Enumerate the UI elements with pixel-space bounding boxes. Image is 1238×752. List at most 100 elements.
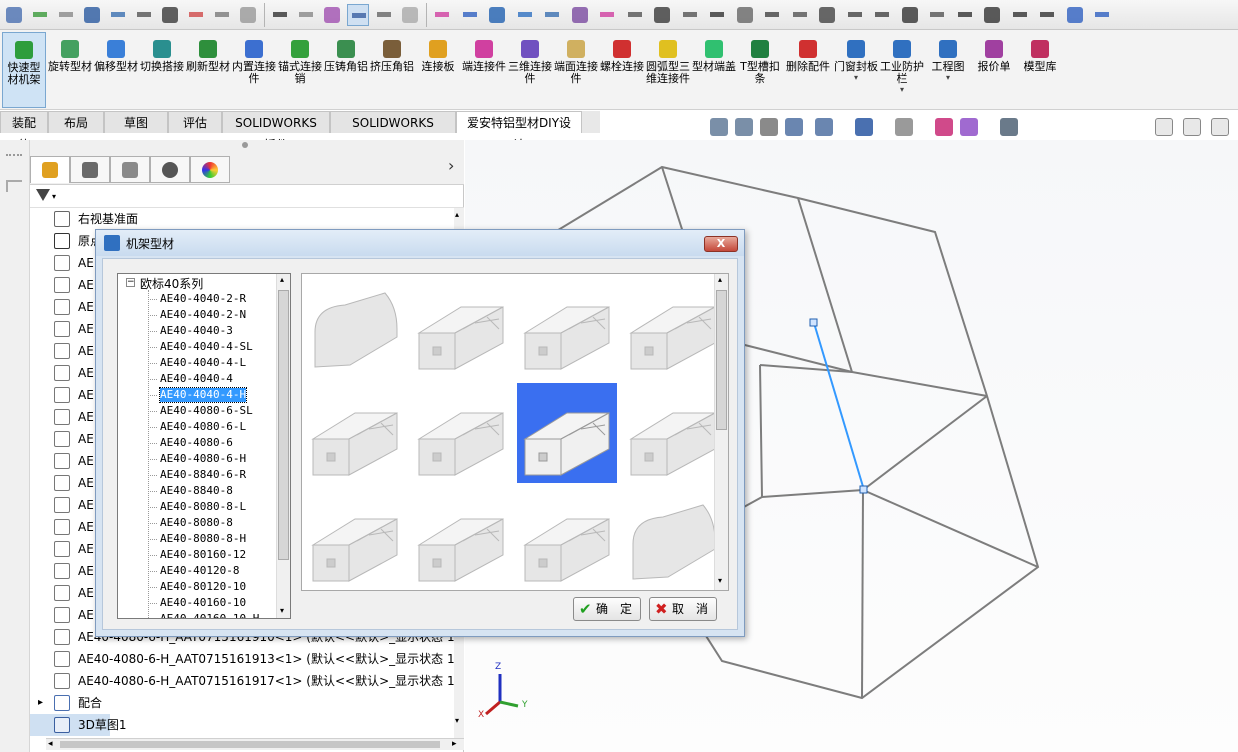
profile-thumbnail[interactable] (623, 277, 723, 377)
wireframe-icon[interactable] (3, 4, 25, 26)
ribbon-button-2[interactable]: 偏移型材 (94, 32, 138, 108)
scroll-thumb[interactable] (716, 290, 727, 430)
ribbon-button-0[interactable]: 快速型材机架 (2, 32, 46, 108)
scroll-thumb[interactable] (278, 290, 289, 560)
profile-tree-item[interactable]: AE40-4040-4-SL (148, 340, 253, 354)
scene-icon[interactable] (960, 118, 978, 136)
tab-feature-manager[interactable] (30, 156, 70, 183)
tab-dimxpert[interactable] (150, 156, 190, 183)
measure-icon[interactable] (237, 4, 259, 26)
dropdown-caret-icon[interactable]: ▾ (926, 73, 970, 82)
tab-2[interactable]: 草图 (104, 111, 168, 133)
filter-icon[interactable] (36, 189, 50, 201)
selected-sketch-line[interactable] (813, 322, 865, 491)
ribbon-button-22[interactable]: 模型库 (1018, 32, 1062, 108)
ribbon-button-4[interactable]: 刷新型材 (186, 32, 230, 108)
edit-appearance-icon[interactable] (935, 118, 953, 136)
view-orientation-icon[interactable] (815, 118, 833, 136)
scroll-thumb[interactable] (60, 741, 440, 748)
profile-thumbnail[interactable] (623, 489, 723, 589)
tab-4[interactable]: SOLIDWORKS 插件 (222, 111, 330, 152)
ribbon-button-20[interactable]: 工程图 ▾ (926, 32, 970, 108)
tab-5[interactable]: SOLIDWORKS MBD (330, 111, 456, 152)
profile-tree-item[interactable]: AE40-8080-8 (148, 516, 233, 530)
select-icon[interactable] (347, 4, 369, 26)
view2-icon[interactable] (761, 4, 783, 26)
evaluate-icon[interactable] (29, 4, 51, 26)
profile-tree-item[interactable]: AE40-40160-10-H (160, 612, 259, 618)
profile-tree-item[interactable]: AE40-80160-12 (148, 548, 246, 562)
profile-thumbnail[interactable] (411, 383, 511, 483)
profile-tree-item[interactable]: AE40-4040-4-L (148, 356, 246, 370)
tree-item[interactable]: 右视基准面 (30, 208, 464, 230)
filter-dropdown-icon[interactable]: ▾ (52, 192, 56, 201)
line2-icon[interactable] (1064, 4, 1086, 26)
view-icon[interactable] (734, 4, 756, 26)
sphere-icon[interactable] (81, 4, 103, 26)
zoom-icon[interactable] (981, 4, 1003, 26)
profile-tree-item[interactable]: AE40-4080-6-SL (148, 404, 253, 418)
paint-icon[interactable] (107, 4, 129, 26)
dim-icon[interactable] (596, 4, 618, 26)
tab-display-manager[interactable] (190, 156, 230, 183)
expand-icon[interactable]: ▸ (38, 692, 43, 714)
pattern-icon[interactable] (569, 4, 591, 26)
select-dropdown-icon[interactable] (373, 4, 395, 26)
ribbon-button-5[interactable]: 内置连接件 (232, 32, 276, 108)
profile-thumbnail[interactable] (517, 489, 617, 589)
ok-button[interactable]: ✔ 确 定 (573, 597, 641, 621)
tab-configuration-manager[interactable] (110, 156, 150, 183)
section-view-icon[interactable] (785, 118, 803, 136)
tree-item[interactable]: 3D草图1 (30, 714, 127, 736)
grid-icon[interactable] (55, 4, 77, 26)
ribbon-button-21[interactable]: 报价单 (972, 32, 1016, 108)
tab-3[interactable]: 评估 (168, 111, 222, 133)
ribbon-button-12[interactable]: 端面连接件 (554, 32, 598, 108)
profile-tree-item[interactable]: AE40-4040-2-N (148, 308, 246, 322)
gallery-scrollbar[interactable]: ▴ ▾ (714, 274, 728, 590)
ribbon-button-10[interactable]: 端连接件 (462, 32, 506, 108)
close-button[interactable]: X (704, 236, 738, 252)
ribbon-button-7[interactable]: 压铸角铝 (324, 32, 368, 108)
ribbon-button-13[interactable]: 螺栓连接 (600, 32, 644, 108)
filter-icon[interactable] (295, 4, 317, 26)
plane-icon[interactable] (486, 4, 508, 26)
profile-tree-item[interactable]: AE40-4080-6 (148, 436, 233, 450)
ribbon-button-9[interactable]: 连接板 (416, 32, 460, 108)
profile-tree-item[interactable]: AE40-4040-4-H (148, 387, 248, 403)
tab-1[interactable]: 布局 (48, 111, 104, 133)
ribbon-button-6[interactable]: 锚式连接销 (278, 32, 322, 108)
profile-thumbnail[interactable] (623, 383, 723, 483)
spline-icon[interactable] (624, 4, 646, 26)
scroll-down-icon[interactable]: ▾ (455, 716, 459, 725)
scroll-up-icon[interactable]: ▴ (455, 210, 459, 219)
profile-tree-item[interactable]: AE40-8080-8-L (148, 500, 246, 514)
dropdown-caret-icon[interactable]: ▾ (834, 73, 878, 82)
profile-tree-item[interactable]: AE40-4040-4 (148, 372, 233, 386)
mirror-icon[interactable] (789, 4, 811, 26)
previous-view-icon[interactable] (760, 118, 778, 136)
extrude-icon[interactable] (541, 4, 563, 26)
sketch-icon[interactable] (159, 4, 181, 26)
restore-icon[interactable] (1155, 118, 1173, 136)
tab-6[interactable]: 爱安特铝型材DIY设计 (456, 111, 582, 152)
display-icon[interactable] (844, 4, 866, 26)
scroll-up-icon[interactable]: ▴ (718, 275, 722, 284)
scroll-down-icon[interactable]: ▾ (280, 606, 284, 615)
curve-icon[interactable] (926, 4, 948, 26)
profile-tree-item[interactable]: AE40-4040-3 (148, 324, 233, 338)
point-icon[interactable] (431, 4, 453, 26)
ribbon-button-18[interactable]: 门窗封板 ▾ (834, 32, 878, 108)
tree-item[interactable]: AE40-4080-6-H_AAT0715161917<1> (默认<<默认>_… (30, 670, 469, 692)
sketch-endpoint[interactable] (809, 318, 818, 327)
profile-tree-item[interactable]: AE40-80120-10 (148, 580, 246, 594)
profile-tree-item[interactable]: AE40-4040-2-R (148, 292, 246, 306)
search-icon[interactable] (871, 4, 893, 26)
cursor-icon[interactable] (399, 4, 421, 26)
tab-0[interactable]: 装配体 (0, 111, 48, 152)
section-icon[interactable] (1036, 4, 1058, 26)
zoom-area-icon[interactable] (735, 118, 753, 136)
tile-icon[interactable] (1183, 118, 1201, 136)
tab-property-manager[interactable] (70, 156, 110, 183)
target-icon[interactable] (706, 4, 728, 26)
